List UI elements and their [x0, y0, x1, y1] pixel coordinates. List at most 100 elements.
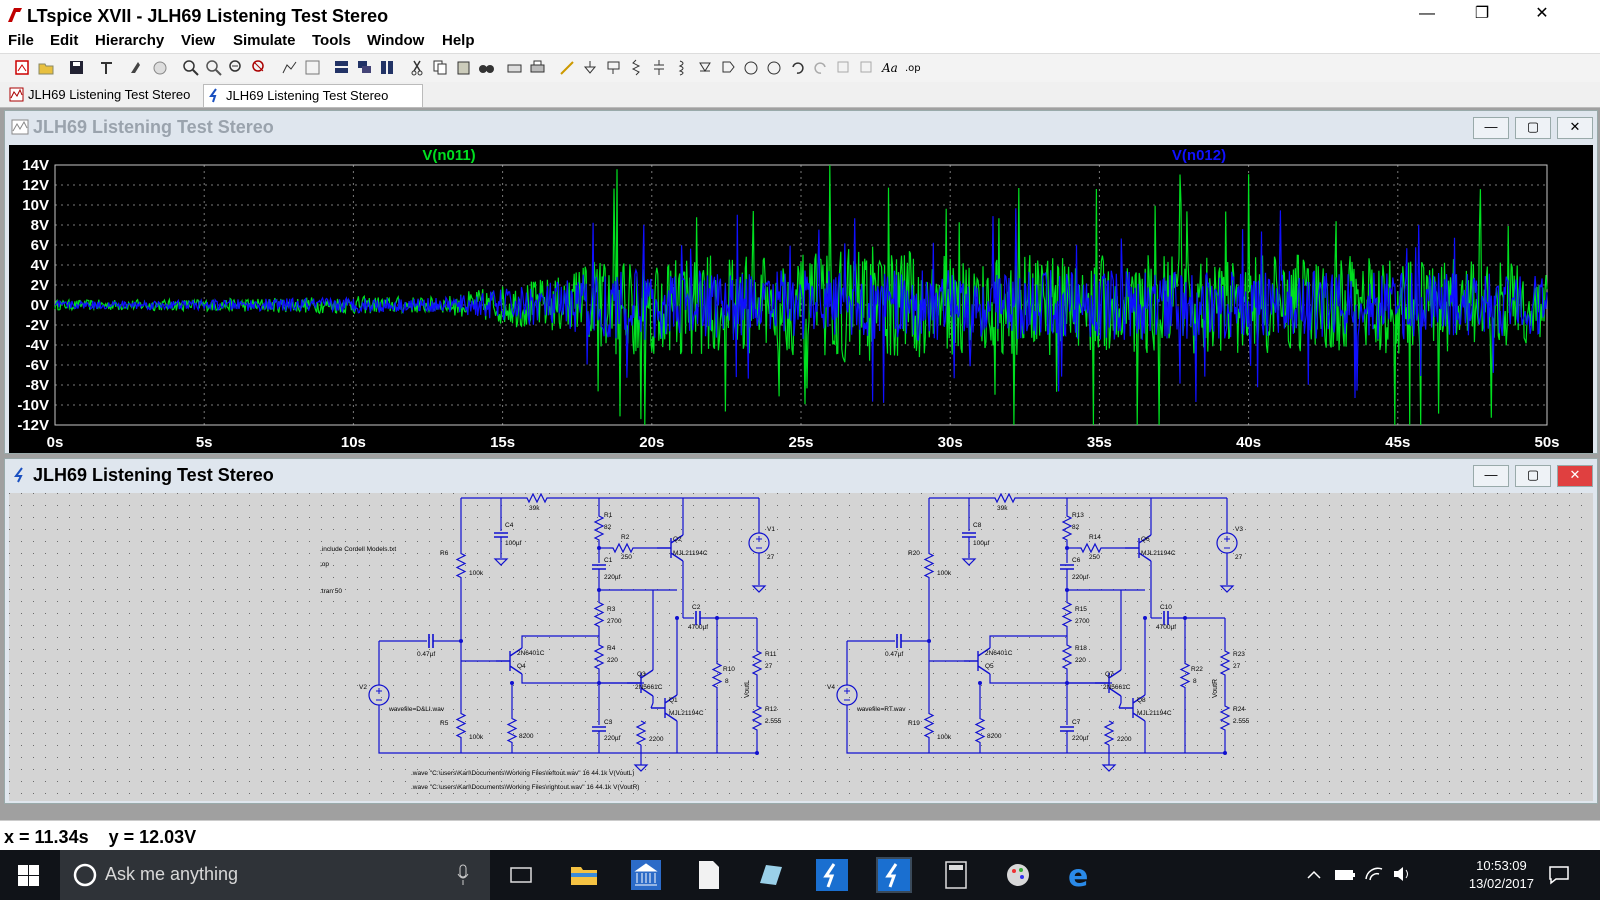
r5-value[interactable]: 100k — [937, 734, 952, 741]
r10-value[interactable]: 8 — [1193, 678, 1197, 685]
print-setup-icon[interactable] — [506, 59, 523, 76]
edge-browser-icon[interactable]: e — [1062, 857, 1098, 893]
r4-value[interactable]: 220 — [1075, 657, 1086, 664]
r3-label[interactable]: R15 — [1075, 606, 1087, 613]
resistor-top-value[interactable]: 39k — [529, 505, 540, 512]
paste-icon[interactable] — [455, 59, 472, 76]
print-icon[interactable] — [529, 59, 546, 76]
r6-value[interactable]: 100k — [937, 570, 952, 577]
r6-label[interactable]: R6 — [440, 550, 449, 557]
c4-value[interactable]: 100µf — [973, 540, 990, 547]
halt-icon[interactable] — [152, 59, 169, 76]
c1-label[interactable]: C1 — [604, 557, 613, 564]
r6-label[interactable]: R20 — [908, 550, 920, 557]
r1-value[interactable]: 82 — [1072, 524, 1080, 531]
c1-label[interactable]: C6 — [1072, 557, 1081, 564]
copy-icon[interactable] — [432, 59, 449, 76]
control-panel-icon[interactable] — [98, 59, 115, 76]
c4-label[interactable]: C8 — [973, 522, 982, 529]
r12-value[interactable]: 2.555 — [1233, 718, 1250, 725]
v1-value[interactable]: 27 — [1235, 554, 1243, 561]
c3-label[interactable]: C3 — [604, 719, 613, 726]
c3-value[interactable]: 220µf — [1072, 735, 1089, 742]
q1-label[interactable]: Q8 — [1137, 697, 1146, 704]
text-icon[interactable]: Aa — [881, 59, 898, 76]
r11-value[interactable]: 27 — [1233, 663, 1241, 670]
cut-icon[interactable] — [409, 59, 426, 76]
menu-file[interactable]: File — [8, 32, 34, 49]
waveform-maximize-button[interactable]: ▢ — [1515, 117, 1551, 139]
component-icon[interactable] — [720, 59, 737, 76]
v2-wavefile[interactable]: wavefile=D&LI.wav — [388, 706, 445, 713]
c3-value[interactable]: 220µf — [604, 735, 621, 742]
waveform-close-button[interactable]: ✕ — [1557, 117, 1593, 139]
r3-label[interactable]: R3 — [607, 606, 616, 613]
move-hand-icon[interactable] — [743, 59, 760, 76]
directive-op[interactable]: ;op — [320, 561, 329, 568]
legend-v-n011[interactable]: V(n011) — [422, 147, 475, 164]
v2-label[interactable]: V4 — [827, 684, 835, 691]
q1-label[interactable]: Q1 — [669, 697, 678, 704]
r2-label[interactable]: R2 — [621, 534, 630, 541]
calculator-icon[interactable] — [938, 857, 974, 893]
r2-value[interactable]: 250 — [621, 554, 632, 561]
wave-directive-left[interactable]: .wave "C:\users\Karl\Documents\Working F… — [411, 770, 634, 777]
chevron-up-icon[interactable] — [1306, 867, 1322, 883]
v2-wavefile[interactable]: wavefile=RT.wav — [856, 706, 906, 713]
c2-label[interactable]: C2 — [692, 604, 701, 611]
q3-model[interactable]: 2N5661C — [1103, 684, 1131, 691]
r1-label[interactable]: R1 — [604, 512, 613, 519]
input-cap-value[interactable]: 0.47µf — [885, 651, 903, 658]
wave-directive-right[interactable]: .wave "C:\users\Karl\Documents\Working F… — [411, 784, 639, 791]
r-8200-value[interactable]: 8200 — [987, 733, 1002, 740]
capacitor-icon[interactable] — [651, 59, 668, 76]
v1-label[interactable]: V3 — [1235, 526, 1243, 533]
q1-model[interactable]: MJL21194C — [1137, 710, 1172, 717]
r10-value[interactable]: 8 — [725, 678, 729, 685]
c4-label[interactable]: C4 — [505, 522, 514, 529]
windows-start-icon[interactable] — [18, 865, 39, 886]
menu-view[interactable]: View — [181, 32, 215, 49]
schematic-close-button[interactable]: ✕ — [1557, 465, 1593, 487]
c2-value[interactable]: 4700µf — [688, 624, 708, 631]
battery-icon[interactable] — [1334, 867, 1356, 883]
r-2200-value[interactable]: 2200 — [1117, 736, 1132, 743]
q4-label[interactable]: Q5 — [985, 663, 994, 670]
r1-value[interactable]: 82 — [604, 524, 612, 531]
ltspice-xvii-taskbar-icon[interactable] — [876, 857, 912, 893]
c3-label[interactable]: C7 — [1072, 719, 1081, 726]
waveform-plot[interactable]: 14V 12V 10V 8V 6V 4V 2V 0V -2V -4V -6V -8V -10V -12V0… — [9, 145, 1593, 453]
new-schematic-icon[interactable] — [14, 59, 31, 76]
q1-model[interactable]: MJL21194C — [669, 710, 704, 717]
r10-label[interactable]: R22 — [1191, 666, 1203, 673]
output-net-label[interactable]: VoutR — [1212, 679, 1219, 698]
file-explorer-icon[interactable] — [566, 857, 602, 893]
drag-hand-icon[interactable] — [766, 59, 783, 76]
r12-label[interactable]: R24 — [1233, 706, 1245, 713]
tab-waveform[interactable]: JLH69 Listening Test Stereo — [6, 84, 218, 106]
wifi-icon[interactable] — [1364, 865, 1384, 883]
spice-directive-icon[interactable]: .op — [904, 59, 921, 76]
r3-value[interactable]: 2700 — [1075, 618, 1090, 625]
q2-model[interactable]: MJL21194C — [673, 550, 708, 557]
resistor-top-value[interactable]: 39k — [997, 505, 1008, 512]
ltspice-iv-taskbar-icon[interactable] — [814, 857, 850, 893]
rotate-icon[interactable] — [835, 59, 852, 76]
resistor-icon[interactable] — [628, 59, 645, 76]
menu-simulate[interactable]: Simulate — [233, 32, 296, 49]
q3-label[interactable]: Q3 — [637, 671, 646, 678]
system-clock[interactable]: 10:53:09 13/02/2017 — [1469, 857, 1534, 893]
task-view-icon[interactable] — [503, 857, 539, 893]
notes-app-icon[interactable] — [752, 857, 788, 893]
output-net-label[interactable]: VoutL — [744, 680, 751, 698]
r11-label[interactable]: R23 — [1233, 651, 1245, 658]
v2-label[interactable]: V2 — [359, 684, 367, 691]
c1-value[interactable]: 220µf — [604, 574, 621, 581]
r10-label[interactable]: R10 — [723, 666, 735, 673]
q4-label[interactable]: Q4 — [517, 663, 526, 670]
r4-label[interactable]: R4 — [607, 645, 616, 652]
r5-label[interactable]: R19 — [908, 720, 920, 727]
open-icon[interactable] — [38, 59, 55, 76]
q3-model[interactable]: 2N5661C — [635, 684, 663, 691]
menu-help[interactable]: Help — [442, 32, 475, 49]
